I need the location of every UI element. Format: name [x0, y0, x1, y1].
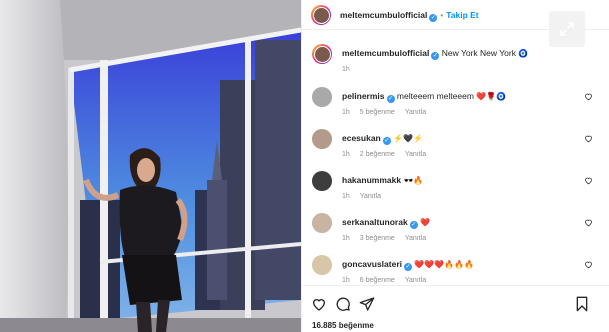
comment-meta: 1h Yanıtla [342, 193, 391, 200]
heart-icon[interactable] [584, 176, 593, 187]
comment-username[interactable]: hakanummakk [342, 175, 401, 185]
comment-meta: 1h 5 beğenme Yanıtla [342, 109, 436, 116]
reply-button[interactable]: Yanıtla [405, 151, 426, 158]
verified-badge-icon: ✓ [382, 137, 391, 145]
heart-icon[interactable] [311, 296, 327, 314]
caption-avatar[interactable] [312, 44, 332, 64]
comment-icon[interactable] [335, 296, 351, 314]
comment-username[interactable]: serkanaltunorak [342, 217, 408, 227]
reply-button[interactable]: Yanıtla [405, 235, 426, 242]
heart-icon[interactable] [584, 92, 593, 103]
comment-emoji: ❤️❤️❤️🔥🔥🔥 [414, 260, 475, 269]
caption-username[interactable]: meltemcumbulofficial [342, 48, 429, 58]
comment-time: 1h [342, 235, 350, 242]
separator-dot: • [440, 11, 444, 20]
comment-avatar[interactable] [312, 171, 332, 191]
reply-button[interactable]: Yanıtla [360, 193, 381, 200]
verified-badge-icon: ✓ [429, 14, 438, 22]
author-username[interactable]: meltemcumbulofficial [340, 10, 427, 20]
comment-text-line: hakanummakk 🕶️🔥 [342, 175, 423, 185]
comment-text-line: pelinermis ✓ melteeem melteeem ❤️🌹🧿 [342, 91, 506, 103]
action-bar: 16.885 beğenme [302, 285, 609, 332]
caption-text: New York New York [441, 48, 516, 58]
comment-meta: 1h 2 beğenme Yanıtla [342, 151, 436, 158]
comment-time: 1h [342, 277, 350, 284]
comment-avatar[interactable] [312, 129, 332, 149]
comment-time: 1h [342, 109, 350, 116]
caption-emoji: 🧿 [518, 49, 529, 58]
heart-icon[interactable] [584, 134, 593, 145]
comment-avatar[interactable] [312, 255, 332, 275]
comment-username[interactable]: pelinermis [342, 91, 385, 101]
author-avatar[interactable] [311, 5, 331, 25]
verified-badge-icon: ✓ [409, 221, 418, 229]
comment-likes[interactable]: 2 beğenme [360, 151, 395, 158]
comment-likes[interactable]: 6 beğenme [360, 277, 395, 284]
expand-icon[interactable] [549, 11, 585, 47]
follow-button[interactable]: Takip Et [446, 10, 478, 20]
comment-emoji: ❤️🌹🧿 [476, 92, 507, 101]
comment-meta: 1h 6 beğenme Yanıtla [342, 277, 436, 284]
reply-button[interactable]: Yanıtla [405, 277, 426, 284]
comment-username[interactable]: goncavuslateri [342, 259, 402, 269]
bookmark-icon[interactable] [574, 296, 590, 314]
comment-emoji: 🕶️🔥 [403, 176, 424, 185]
header-line: meltemcumbulofficial ✓ • Takip Et [340, 10, 479, 22]
heart-icon[interactable] [584, 260, 593, 271]
heart-icon[interactable] [584, 218, 593, 229]
comment-text-line: goncavuslateri ✓ ❤️❤️❤️🔥🔥🔥 [342, 259, 474, 271]
comment-time: 1h [342, 193, 350, 200]
comment-text-line: ecesukan ✓ ⚡🖤⚡ [342, 133, 423, 145]
comment-avatar[interactable] [312, 213, 332, 233]
verified-badge-icon: ✓ [386, 95, 395, 103]
caption-meta: 1h [342, 66, 360, 73]
comment-likes[interactable]: 3 beğenme [360, 235, 395, 242]
comment-emoji: ❤️ [420, 218, 431, 227]
verified-badge-icon: ✓ [431, 52, 440, 60]
caption-time: 1h [342, 66, 350, 73]
reply-button[interactable]: Yanıtla [405, 109, 426, 116]
likes-count[interactable]: 16.885 beğenme [312, 321, 374, 330]
share-icon[interactable] [359, 296, 375, 314]
comment-avatar[interactable] [312, 87, 332, 107]
comment-text-line: serkanaltunorak ✓ ❤️ [342, 217, 430, 229]
comment-emoji: ⚡🖤⚡ [393, 134, 424, 143]
comment-username[interactable]: ecesukan [342, 133, 381, 143]
verified-badge-icon: ✓ [404, 263, 412, 271]
post-photo [0, 0, 301, 332]
comment-likes[interactable]: 5 beğenme [360, 109, 395, 116]
comment-meta: 1h 3 beğenme Yanıtla [342, 235, 436, 242]
comment-text: melteeem melteeem [396, 91, 474, 101]
comment-time: 1h [342, 151, 350, 158]
post-detail-panel: meltemcumbulofficial ✓ • Takip Et meltemcum… [301, 0, 609, 332]
caption-text-line: meltemcumbulofficial ✓ New York New York … [342, 48, 528, 60]
